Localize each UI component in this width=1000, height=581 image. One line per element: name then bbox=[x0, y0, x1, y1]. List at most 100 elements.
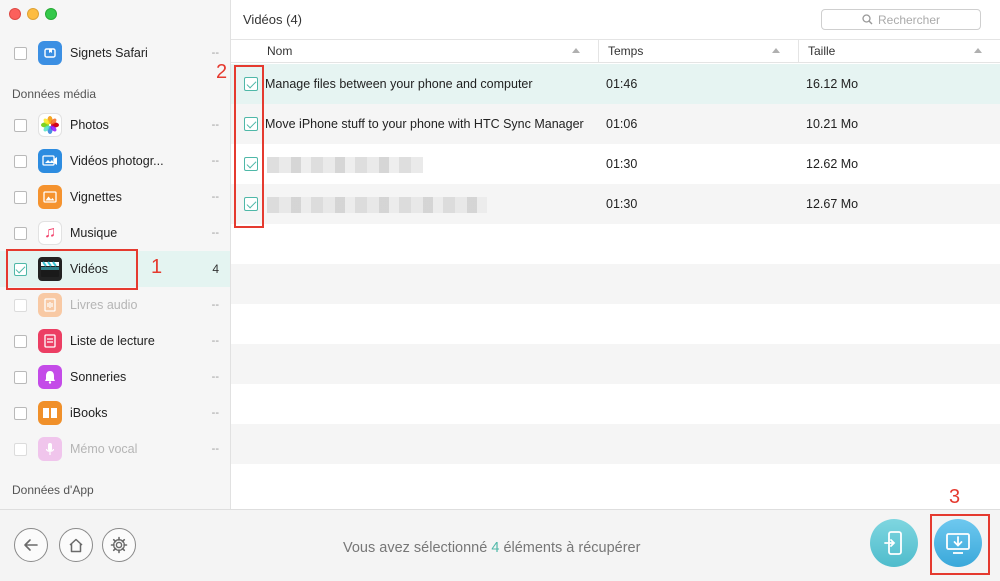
sidebar-item-label: Musique bbox=[70, 226, 118, 240]
gear-icon bbox=[110, 536, 128, 554]
sidebar-item-count: -- bbox=[211, 155, 219, 167]
thumbnail-icon bbox=[38, 185, 62, 209]
close-window-button[interactable] bbox=[9, 8, 21, 20]
table-row[interactable]: Manage files between your phone and comp… bbox=[231, 64, 1000, 104]
checkbox-disabled bbox=[14, 442, 27, 456]
checkbox-disabled bbox=[14, 298, 27, 312]
photo-video-icon bbox=[38, 149, 62, 173]
table-row[interactable]: 01:30 12.62 Mo bbox=[231, 144, 1000, 184]
sidebar-item-label: iBooks bbox=[70, 406, 108, 420]
sidebar-item-label: Signets Safari bbox=[70, 46, 148, 60]
phone-import-icon bbox=[884, 531, 902, 555]
back-button[interactable] bbox=[14, 528, 48, 562]
sidebar-item-label: Vignettes bbox=[70, 190, 122, 204]
sort-arrow-icon[interactable] bbox=[974, 48, 982, 53]
checkbox[interactable] bbox=[14, 154, 27, 168]
sidebar-item-count: -- bbox=[211, 191, 219, 203]
sidebar-item-voice-memo: Mémo vocal -- bbox=[0, 431, 230, 467]
sidebar-item-count: -- bbox=[211, 227, 219, 239]
table-header: Nom Temps Taille bbox=[231, 39, 1000, 63]
sidebar-item-label: Sonneries bbox=[70, 370, 127, 384]
recover-to-device-button[interactable] bbox=[870, 519, 918, 567]
sidebar-item-count: -- bbox=[211, 443, 219, 455]
sidebar-item-ibooks[interactable]: iBooks -- bbox=[0, 395, 230, 431]
checkbox[interactable] bbox=[14, 226, 27, 240]
page-title: Vidéos (4) bbox=[243, 12, 303, 27]
selection-status: Vous avez sélectionné 4 éléments à récup… bbox=[343, 540, 640, 556]
row-size: 16.12 Mo bbox=[806, 77, 859, 91]
blurred-filename bbox=[267, 197, 487, 213]
row-time: 01:06 bbox=[606, 117, 638, 131]
blurred-filename bbox=[267, 157, 423, 173]
sidebar-item-ringtones[interactable]: Sonneries -- bbox=[0, 359, 230, 395]
sidebar-item-thumbnails[interactable]: Vignettes -- bbox=[0, 179, 230, 215]
annotation-number-2: 2 bbox=[216, 61, 228, 83]
settings-button[interactable] bbox=[102, 528, 136, 562]
arrow-left-icon bbox=[24, 539, 38, 551]
sidebar-item-photos[interactable]: Photos -- bbox=[0, 107, 230, 143]
book-icon bbox=[38, 401, 62, 425]
table-row[interactable]: 01:30 12.67 Mo bbox=[231, 184, 1000, 224]
checkbox[interactable] bbox=[14, 334, 27, 348]
sidebar-item-music[interactable]: ♫ Musique -- bbox=[0, 215, 230, 251]
sidebar-item-label: Photos bbox=[70, 118, 109, 132]
empty-row bbox=[231, 464, 1000, 504]
status-suffix: éléments à récupérer bbox=[503, 540, 641, 556]
row-size: 12.67 Mo bbox=[806, 197, 859, 211]
app-window: Signets Safari -- Données média Photos -… bbox=[0, 0, 1000, 581]
playlist-icon bbox=[38, 329, 62, 353]
row-size: 10.21 Mo bbox=[806, 117, 859, 131]
checkbox[interactable] bbox=[14, 406, 27, 420]
empty-row bbox=[231, 264, 1000, 304]
sort-arrow-icon[interactable] bbox=[572, 48, 580, 53]
row-name: Move iPhone stuff to your phone with HTC… bbox=[265, 117, 584, 131]
column-header-size[interactable]: Taille bbox=[808, 40, 835, 63]
sort-arrow-icon[interactable] bbox=[772, 48, 780, 53]
photos-icon bbox=[38, 113, 62, 137]
audiobook-icon bbox=[38, 293, 62, 317]
status-prefix: Vous avez sélectionné bbox=[343, 540, 488, 556]
row-time: 01:46 bbox=[606, 77, 638, 91]
search-icon bbox=[862, 14, 873, 25]
row-time: 01:30 bbox=[606, 157, 638, 171]
music-note-icon: ♫ bbox=[38, 221, 62, 245]
sidebar-item-count: -- bbox=[211, 371, 219, 383]
sidebar-item-label: Liste de lecture bbox=[70, 334, 155, 348]
annotation-box-3 bbox=[930, 514, 990, 575]
home-icon bbox=[69, 538, 83, 552]
row-name: Manage files between your phone and comp… bbox=[265, 77, 533, 91]
sidebar-item-safari-bookmarks[interactable]: Signets Safari -- bbox=[0, 35, 230, 71]
annotation-number-1: 1 bbox=[151, 256, 163, 278]
checkbox[interactable] bbox=[14, 370, 27, 384]
empty-row bbox=[231, 384, 1000, 424]
bell-icon bbox=[38, 365, 62, 389]
annotation-number-3: 3 bbox=[949, 486, 961, 508]
minimize-window-button[interactable] bbox=[27, 8, 39, 20]
column-divider bbox=[598, 40, 599, 63]
sidebar-item-photo-videos[interactable]: Vidéos photogr... -- bbox=[0, 143, 230, 179]
search-input[interactable]: Rechercher bbox=[821, 9, 981, 30]
column-header-time[interactable]: Temps bbox=[608, 40, 643, 63]
empty-row bbox=[231, 344, 1000, 384]
checkbox[interactable] bbox=[14, 190, 27, 204]
sidebar-item-count: -- bbox=[211, 335, 219, 347]
sidebar-item-label: Livres audio bbox=[70, 298, 138, 312]
video-list: Manage files between your phone and comp… bbox=[231, 64, 1000, 509]
sidebar-item-label: Vidéos photogr... bbox=[70, 154, 164, 168]
checkbox[interactable] bbox=[14, 118, 27, 132]
sidebar-item-label: Mémo vocal bbox=[70, 442, 138, 456]
search-placeholder: Rechercher bbox=[877, 12, 941, 27]
column-header-name[interactable]: Nom bbox=[267, 40, 292, 63]
sidebar-item-playlist[interactable]: Liste de lecture -- bbox=[0, 323, 230, 359]
home-button[interactable] bbox=[59, 528, 93, 562]
bottom-toolbar: Vous avez sélectionné 4 éléments à récup… bbox=[0, 509, 1000, 581]
table-row[interactable]: Move iPhone stuff to your phone with HTC… bbox=[231, 104, 1000, 144]
sidebar-item-count: -- bbox=[211, 407, 219, 419]
empty-row bbox=[231, 224, 1000, 264]
section-header-media: Données média bbox=[12, 87, 97, 101]
checkbox[interactable] bbox=[14, 46, 27, 60]
empty-row bbox=[231, 304, 1000, 344]
sidebar-item-count: 4 bbox=[212, 262, 219, 276]
empty-row bbox=[231, 424, 1000, 464]
maximize-window-button[interactable] bbox=[45, 8, 57, 20]
